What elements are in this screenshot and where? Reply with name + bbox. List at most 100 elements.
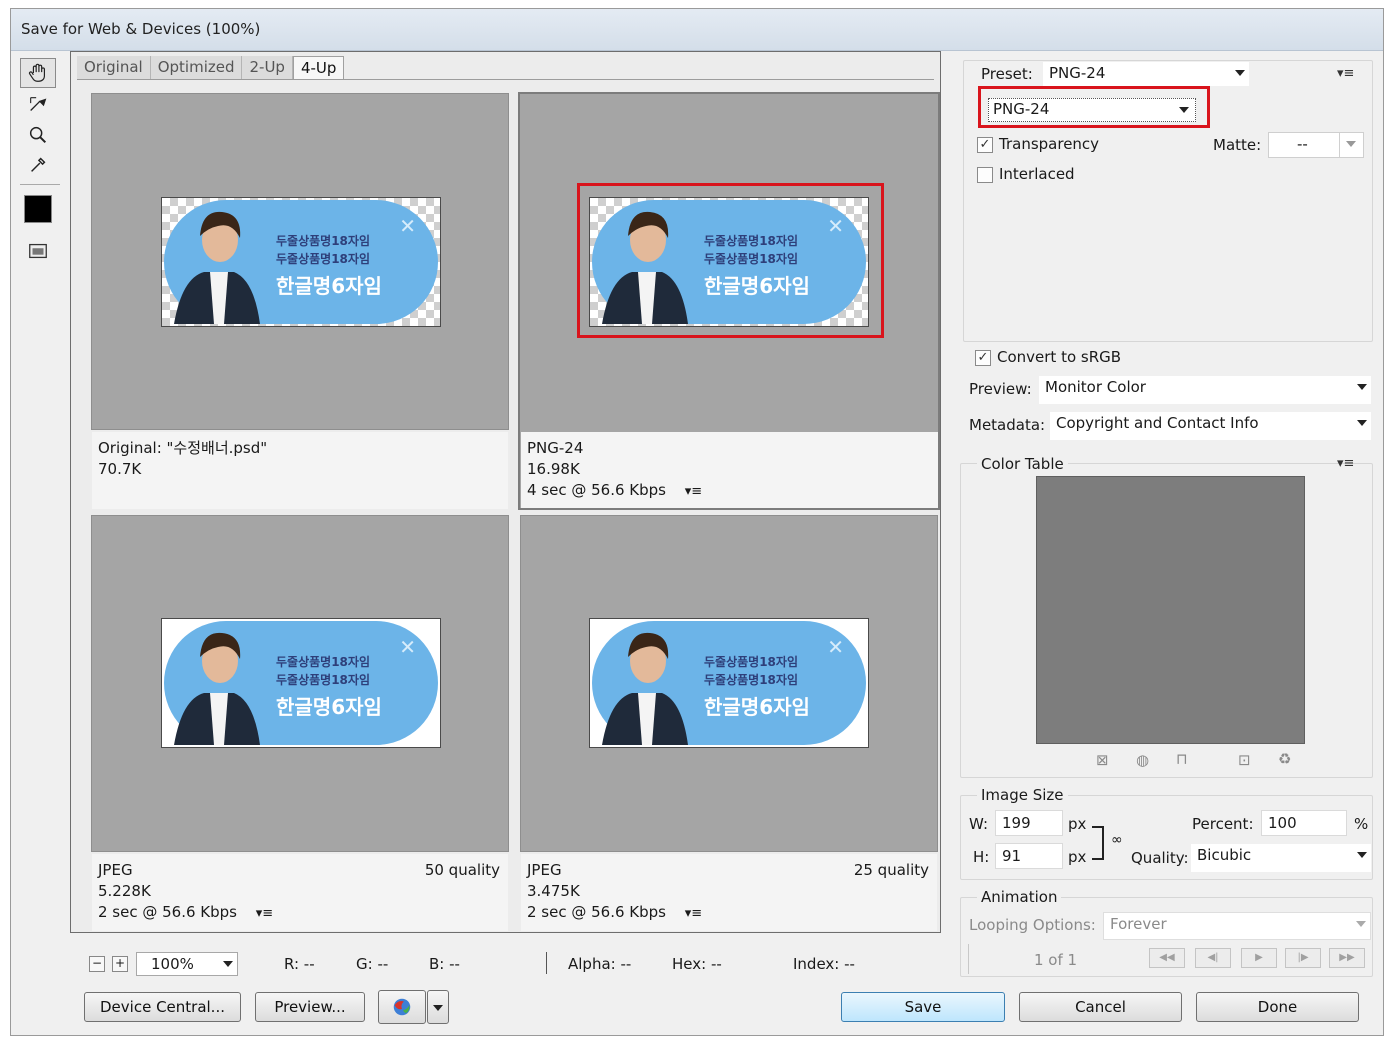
- save-button[interactable]: Save: [841, 992, 1005, 1022]
- pane-info-jpeg-50: JPEG 5.228K 2 sec @ 56.6 Kbps ▾≡ 50 qual…: [92, 854, 508, 931]
- banner-image: 두줄상품명18자임 두줄상품명18자임 한글명6자임 ✕: [589, 618, 869, 748]
- slice-select-tool[interactable]: [20, 90, 56, 120]
- matte-label: Matte:: [1213, 136, 1262, 154]
- pane-info-png24: PNG-24 16.98K 4 sec @ 56.6 Kbps ▾≡: [521, 432, 938, 508]
- pane-format: PNG-24: [527, 439, 584, 457]
- lock-color-icon[interactable]: ⊓: [1176, 750, 1188, 768]
- new-color-icon[interactable]: ⊡: [1238, 751, 1251, 769]
- preview-in-browser-button[interactable]: [378, 990, 426, 1024]
- zoom-out-button[interactable]: −: [89, 956, 105, 972]
- link-chain-icon[interactable]: ∞: [1111, 832, 1123, 848]
- percent-field[interactable]: 100: [1261, 810, 1347, 836]
- device-central-button[interactable]: Device Central...: [84, 992, 241, 1022]
- interlaced-checkbox[interactable]: [977, 167, 993, 183]
- banner-line-1: 두줄상품명18자임: [276, 234, 370, 248]
- quality-select[interactable]: Bicubic: [1191, 844, 1371, 872]
- matte-dropdown-toggle[interactable]: [1339, 133, 1363, 157]
- toolbox-divider: [20, 184, 60, 185]
- banner-image: 두줄상품명18자임 두줄상품명18자임 한글명6자임 ✕: [161, 618, 441, 748]
- hand-tool[interactable]: [20, 58, 56, 88]
- pane-quality: 50 quality: [424, 861, 500, 879]
- banner-line-3: 한글명6자임: [276, 695, 382, 719]
- eyedropper-color-swatch[interactable]: [20, 194, 56, 224]
- download-speed-menu-icon[interactable]: ▾≡: [685, 484, 702, 499]
- next-frame-button[interactable]: |▶: [1285, 948, 1321, 968]
- tab-original[interactable]: Original: [77, 56, 151, 80]
- height-field[interactable]: 91: [995, 843, 1063, 869]
- matte-select[interactable]: --: [1268, 132, 1364, 158]
- transparency-checkbox[interactable]: ✓: [977, 137, 993, 153]
- metadata-value: Copyright and Contact Info: [1056, 414, 1259, 432]
- width-field[interactable]: 199: [995, 810, 1063, 836]
- pane-download-time: 4 sec @ 56.6 Kbps: [527, 481, 666, 499]
- toolbox: [20, 50, 60, 280]
- metadata-select[interactable]: Copyright and Contact Info: [1050, 412, 1371, 440]
- tab-2-up[interactable]: 2-Up: [242, 56, 293, 80]
- chevron-down-icon: [1357, 852, 1367, 858]
- title-bar: Save for Web & Devices (100%): [11, 9, 1383, 51]
- readout-r: R: --: [284, 955, 315, 973]
- preview-button[interactable]: Preview...: [255, 992, 365, 1022]
- color-table-swatches[interactable]: [1036, 476, 1305, 744]
- tab-optimized[interactable]: Optimized: [150, 56, 243, 80]
- color-table-menu-icon[interactable]: ▾≡: [1337, 456, 1354, 471]
- pane-size: 16.98K: [527, 460, 580, 478]
- optimize-menu-icon[interactable]: ▾≡: [1337, 66, 1354, 81]
- browser-menu-button[interactable]: [427, 990, 449, 1024]
- pane-download-time: 2 sec @ 56.6 Kbps: [98, 903, 237, 921]
- pane-size: 3.475K: [527, 882, 580, 900]
- download-speed-menu-icon[interactable]: ▾≡: [256, 906, 273, 921]
- web-shift-icon[interactable]: ◍: [1136, 751, 1149, 769]
- download-speed-menu-icon[interactable]: ▾≡: [685, 906, 702, 921]
- play-button[interactable]: ▶: [1241, 948, 1277, 968]
- banner-line-2: 두줄상품명18자임: [276, 673, 370, 687]
- banner-line-3: 한글명6자임: [704, 695, 810, 719]
- looping-options-select[interactable]: Forever: [1103, 912, 1371, 940]
- preset-select[interactable]: PNG-24: [1043, 62, 1249, 86]
- banner-line-2: 두줄상품명18자임: [276, 252, 370, 266]
- readout-alpha: Alpha: --: [568, 955, 632, 973]
- trash-icon[interactable]: ♻: [1278, 750, 1291, 768]
- metadata-label: Metadata:: [969, 416, 1046, 434]
- preview-color-select[interactable]: Monitor Color: [1039, 376, 1371, 404]
- convert-srgb-checkbox[interactable]: ✓: [975, 350, 991, 366]
- last-frame-button[interactable]: ▶▶: [1329, 948, 1365, 968]
- preset-value: PNG-24: [1049, 64, 1106, 82]
- chevron-down-icon: [223, 961, 233, 967]
- banner-shape: 두줄상품명18자임 두줄상품명18자임 한글명6자임 ✕: [592, 621, 866, 745]
- first-frame-button[interactable]: ◀◀: [1149, 948, 1185, 968]
- pane-format: Original: "수정배너.psd": [98, 439, 268, 457]
- looping-options-label: Looping Options:: [969, 916, 1096, 934]
- zoom-in-button[interactable]: +: [112, 956, 128, 972]
- previous-frame-button[interactable]: ◀|: [1195, 948, 1231, 968]
- annotation-highlight-format: [978, 86, 1210, 128]
- image-size-label: Image Size: [977, 786, 1068, 804]
- readout-b: B: --: [429, 955, 460, 973]
- zoom-tool[interactable]: [20, 120, 56, 150]
- zoom-level-select[interactable]: 100%: [136, 952, 238, 976]
- banner-line-2: 두줄상품명18자임: [704, 673, 798, 687]
- chevron-down-icon: [1346, 141, 1356, 147]
- eyedropper-tool[interactable]: [20, 150, 56, 180]
- pane-size: 70.7K: [98, 460, 142, 478]
- transparency-label: Transparency: [999, 135, 1100, 153]
- matte-value: --: [1297, 135, 1308, 153]
- convert-srgb-label: Convert to sRGB: [997, 348, 1122, 366]
- frame-counter: 1 of 1: [1034, 951, 1078, 969]
- cancel-button[interactable]: Cancel: [1019, 992, 1182, 1022]
- banner-close-icon: ✕: [399, 214, 416, 238]
- interlaced-label: Interlaced: [999, 165, 1075, 183]
- done-button[interactable]: Done: [1196, 992, 1359, 1022]
- readout-hex: Hex: --: [672, 955, 722, 973]
- preset-label: Preset:: [981, 65, 1033, 83]
- toggle-slices-visibility[interactable]: [20, 236, 56, 266]
- hand-icon: [28, 63, 46, 82]
- annotation-highlight-preview: [577, 183, 884, 338]
- tab-4-up[interactable]: 4-Up: [292, 56, 345, 80]
- width-unit: px: [1068, 815, 1087, 833]
- map-color-icon[interactable]: ⊠: [1096, 751, 1109, 769]
- person-photo: [174, 632, 260, 745]
- constrain-bracket: [1092, 826, 1104, 860]
- color-swatch: [24, 195, 52, 223]
- chevron-down-icon: [1357, 420, 1367, 426]
